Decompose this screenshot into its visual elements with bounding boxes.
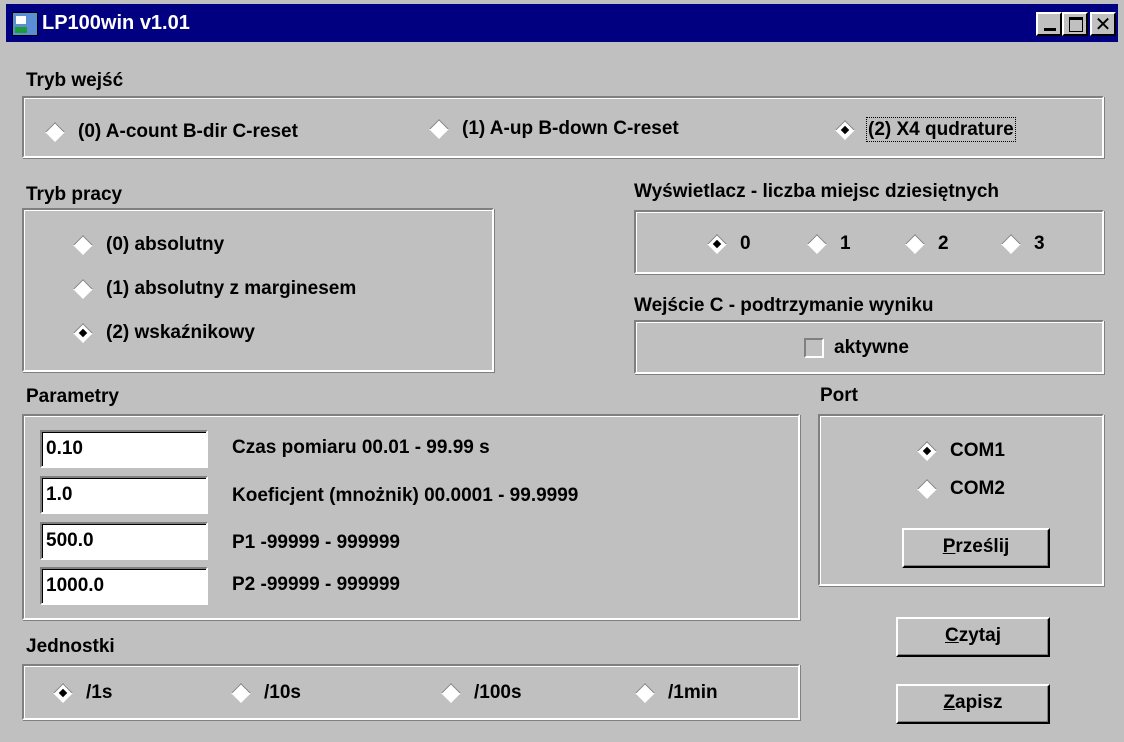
- tryb-wejsc-option-0[interactable]: (0) A-count B-dir C-reset: [46, 121, 298, 143]
- radio-selected-icon: [836, 121, 854, 139]
- radio-icon: [74, 236, 92, 254]
- koeficjent-input[interactable]: 1.0: [40, 476, 208, 514]
- title-bar[interactable]: LP100win v1.01 ✕: [6, 4, 1118, 42]
- port-option-com2[interactable]: COM2: [918, 478, 1005, 500]
- radio-selected-icon: [54, 684, 72, 702]
- option-label: 3: [1034, 233, 1045, 254]
- option-label: (2) X4 qudrature: [866, 117, 1016, 142]
- option-label: 1: [840, 233, 851, 254]
- minimize-button[interactable]: [1036, 12, 1062, 36]
- option-label: /100s: [474, 682, 522, 703]
- decimals-option-3[interactable]: 3: [1002, 233, 1045, 255]
- jednostki-option-1min[interactable]: /1min: [636, 682, 718, 704]
- koeficjent-label: Koeficjent (mnożnik) 00.0001 - 99.9999: [232, 485, 579, 506]
- tryb-pracy-title: Tryb pracy: [26, 184, 123, 205]
- radio-icon: [1002, 235, 1020, 253]
- option-label: COM1: [950, 440, 1005, 461]
- window-title: LP100win v1.01: [42, 12, 190, 34]
- radio-selected-icon: [918, 442, 936, 460]
- parametry-title: Parametry: [26, 386, 119, 407]
- button-label: rześlij: [955, 536, 1010, 557]
- radio-icon: [46, 123, 64, 141]
- czytaj-button[interactable]: Czytaj: [896, 617, 1050, 657]
- radio-icon: [906, 235, 924, 253]
- wejscie-c-title: Wejście C - podtrzymanie wyniku: [634, 295, 934, 316]
- close-icon: ✕: [1094, 12, 1112, 36]
- maximize-button[interactable]: [1062, 12, 1088, 36]
- tryb-pracy-option-2[interactable]: (2) wskaźnikowy: [74, 322, 255, 344]
- jednostki-option-1s[interactable]: /1s: [54, 682, 112, 704]
- radio-icon: [430, 120, 448, 138]
- decimals-option-2[interactable]: 2: [906, 233, 949, 255]
- option-label: (1) absolutny z marginesem: [106, 278, 357, 299]
- accel-key: Z: [943, 692, 956, 713]
- p1-input[interactable]: 500.0: [40, 522, 208, 560]
- accel-key: C: [945, 625, 959, 646]
- checkbox-icon: [804, 337, 824, 358]
- app-icon[interactable]: [12, 12, 38, 36]
- p1-label: P1 -99999 - 999999: [232, 532, 400, 553]
- tryb-wejsc-title: Tryb wejść: [26, 70, 124, 91]
- jednostki-title: Jednostki: [26, 636, 115, 657]
- port-title: Port: [820, 385, 858, 406]
- tryb-wejsc-option-2[interactable]: (2) X4 qudrature: [836, 117, 1016, 142]
- radio-icon: [74, 280, 92, 298]
- decimals-option-0[interactable]: 0: [708, 233, 751, 255]
- wyswietlacz-title: Wyświetlacz - liczba miejsc dziesiętnych: [634, 181, 1000, 202]
- option-label: (0) absolutny: [106, 234, 225, 255]
- minimize-icon: [1044, 28, 1056, 31]
- option-label: 0: [740, 233, 751, 254]
- decimals-option-1[interactable]: 1: [808, 233, 851, 255]
- radio-icon: [442, 684, 460, 702]
- radio-icon: [232, 684, 250, 702]
- checkbox-label: aktywne: [834, 337, 909, 358]
- jednostki-option-10s[interactable]: /10s: [232, 682, 301, 704]
- option-label: (2) wskaźnikowy: [106, 322, 255, 343]
- main-window: LP100win v1.01 ✕ Tryb wejść (0) A-count …: [0, 0, 1124, 742]
- p2-input[interactable]: 1000.0: [40, 567, 208, 605]
- button-label: apisz: [955, 692, 1003, 713]
- option-label: 2: [938, 233, 949, 254]
- port-option-com1[interactable]: COM1: [918, 440, 1005, 462]
- radio-icon: [918, 480, 936, 498]
- button-label: zytaj: [958, 625, 1001, 646]
- radio-icon: [808, 235, 826, 253]
- radio-icon: [636, 684, 654, 702]
- zapisz-button[interactable]: Zapisz: [896, 684, 1050, 724]
- option-label: /1s: [86, 682, 113, 703]
- radio-selected-icon: [74, 324, 92, 342]
- radio-selected-icon: [708, 235, 726, 253]
- przeslij-button[interactable]: Prześlij: [902, 528, 1050, 568]
- czas-pomiaru-label: Czas pomiaru 00.01 - 99.99 s: [232, 437, 490, 458]
- option-label: COM2: [950, 478, 1005, 499]
- tryb-pracy-option-1[interactable]: (1) absolutny z marginesem: [74, 278, 356, 300]
- maximize-icon: [1069, 17, 1083, 32]
- close-button[interactable]: ✕: [1090, 12, 1116, 36]
- tryb-pracy-option-0[interactable]: (0) absolutny: [74, 234, 224, 256]
- jednostki-option-100s[interactable]: /100s: [442, 682, 522, 704]
- option-label: (0) A-count B-dir C-reset: [78, 121, 298, 142]
- accel-key: P: [942, 536, 956, 557]
- option-label: /10s: [264, 682, 301, 703]
- option-label: /1min: [668, 682, 718, 703]
- czas-pomiaru-input[interactable]: 0.10: [40, 430, 208, 468]
- aktywne-checkbox[interactable]: aktywne: [804, 337, 909, 359]
- tryb-wejsc-option-1[interactable]: (1) A-up B-down C-reset: [430, 118, 679, 140]
- p2-label: P2 -99999 - 999999: [232, 574, 400, 595]
- option-label: (1) A-up B-down C-reset: [462, 118, 679, 139]
